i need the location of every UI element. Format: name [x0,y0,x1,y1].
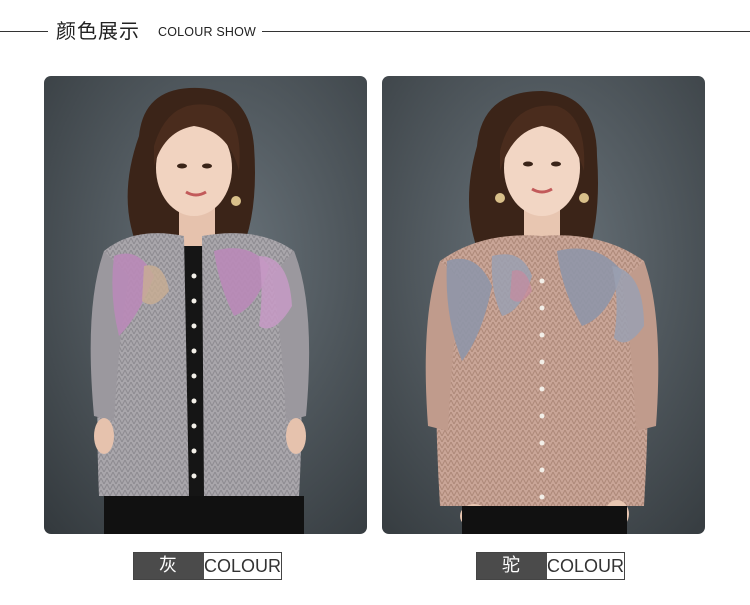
colour-caption: COLOUR [546,553,624,579]
product-photo-grey [44,76,367,534]
product-photo-camel [382,76,705,534]
section-title: 颜色展示 [56,19,140,43]
colour-caption: COLOUR [203,553,281,579]
color-label-camel: 驼 色 COLOUR [476,552,625,602]
section-subtitle: COLOUR SHOW [158,25,257,39]
section-header: 颜色展示 COLOUR SHOW [0,17,750,47]
color-name-grey: 灰 色 [134,553,204,602]
header-divider-left [0,31,48,32]
color-label-grey: 灰 色 COLOUR [133,552,282,602]
color-name-camel: 驼 色 [477,553,547,602]
header-divider-right [262,31,750,32]
